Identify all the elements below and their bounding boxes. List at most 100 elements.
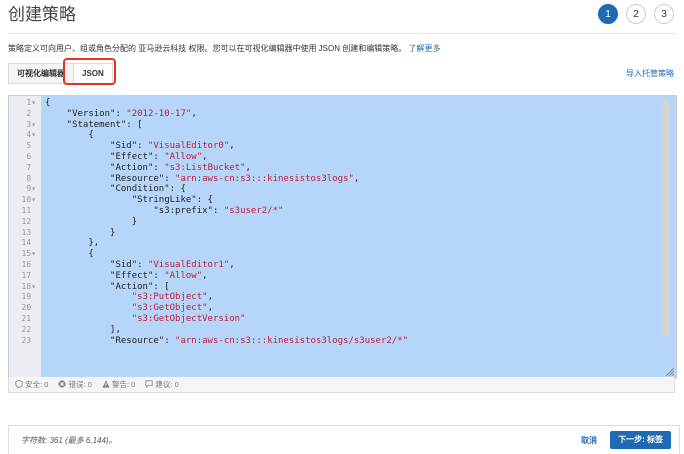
code-token: }, <box>45 238 100 249</box>
code-token: , <box>229 259 235 270</box>
code-text: "StringLike": { <box>45 195 213 206</box>
wizard-steps: 1 2 3 <box>598 4 674 24</box>
suggestion-count: 建议: 0 <box>155 380 179 389</box>
tab-visual-editor[interactable]: 可视化编辑器 <box>8 63 74 84</box>
code-text: }, <box>45 238 99 249</box>
line-number: 7 <box>26 162 36 172</box>
code-text: "Statement": [ <box>45 120 143 131</box>
validation-status-bar: 安全: 0 错误: 0 警告: 0 建议: 0 <box>8 377 675 393</box>
string-token: "s3:PutObject" <box>45 292 208 303</box>
string-token: "Allow" <box>164 151 203 162</box>
code-text: ], <box>45 325 121 336</box>
line-number: 8 <box>26 173 36 183</box>
code-text: "s3:GetObject", <box>45 303 213 314</box>
code-token: , <box>207 292 213 303</box>
string-token: "Allow" <box>164 270 203 281</box>
string-token: "2012-10-17" <box>126 108 192 119</box>
line-number: 18▾ <box>21 281 36 291</box>
tab-json[interactable]: JSON <box>73 63 113 84</box>
learn-more-link[interactable]: 了解更多 <box>408 44 440 53</box>
code-text: "Condition": { <box>45 184 186 195</box>
import-managed-policy-link[interactable]: 导入托管策略 <box>626 68 674 79</box>
string-token: "s3:ListBucket" <box>164 162 246 173</box>
resize-handle-icon[interactable] <box>664 366 674 376</box>
line-number: 16 <box>21 259 36 269</box>
code-token: "Effect": <box>45 151 165 162</box>
code-text: "s3:prefix": "s3user2/*" <box>45 206 283 217</box>
error-count: 错误: 0 <box>68 380 92 389</box>
code-text: "Sid": "VisualEditor0", <box>45 141 235 152</box>
code-token: , <box>245 162 251 173</box>
line-number: 6 <box>26 151 36 161</box>
json-code-editor[interactable]: 1▾ {2 "Version": "2012-10-17", 3▾ "Stateme… <box>8 95 677 379</box>
string-token: "VisualEditor0" <box>147 141 230 152</box>
code-token: { <box>45 130 94 141</box>
error-icon <box>58 380 67 388</box>
string-token: "s3user2/*" <box>223 205 284 216</box>
code-token: , <box>207 303 213 314</box>
code-text: "Effect": "Allow", <box>45 271 208 282</box>
code-token: "Action": [ <box>45 281 170 292</box>
string-token: "arn:aws-cn:s3:::kinesistos3logs/s3user2… <box>175 335 409 346</box>
code-token: { <box>45 98 51 108</box>
line-number: 2 <box>26 108 36 118</box>
code-token: , <box>202 270 208 281</box>
suggestion-status[interactable]: 建议: 0 <box>145 379 179 390</box>
line-number: 11 <box>21 205 36 215</box>
code-token: { <box>45 249 94 260</box>
line-number: 1▾ <box>26 98 36 107</box>
code-token: "Action": <box>45 162 165 173</box>
step-1[interactable]: 1 <box>598 4 618 24</box>
description-text: 策略定义可向用户、组或角色分配的 亚马逊云科技 权限。您可以在可视化编辑器中使用… <box>8 44 407 53</box>
code-token: , <box>191 108 197 119</box>
vertical-scrollbar[interactable] <box>662 100 669 336</box>
code-token: "Resource": <box>45 335 176 346</box>
string-token: "arn:aws-cn:s3:::kinesistos3logs" <box>175 173 354 184</box>
code-text: { <box>45 98 50 109</box>
code-text: } <box>45 217 137 228</box>
shield-icon <box>15 379 23 389</box>
line-number: 15▾ <box>21 249 36 259</box>
step-3[interactable]: 3 <box>654 4 674 24</box>
code-token: "Version": <box>45 108 127 119</box>
string-token: "VisualEditor1" <box>147 259 230 270</box>
code-text: "Action": [ <box>45 282 170 293</box>
string-token: "s3:GetObject" <box>45 303 208 314</box>
line-number: 14 <box>21 238 36 248</box>
line-number: 22 <box>21 324 36 334</box>
code-text: "Version": "2012-10-17", <box>45 109 197 120</box>
line-number: 9▾ <box>26 184 36 194</box>
warning-status[interactable]: 警告: 0 <box>102 379 135 390</box>
line-number: 23 <box>21 335 36 345</box>
policy-description: 策略定义可向用户、组或角色分配的 亚马逊云科技 权限。您可以在可视化编辑器中使用… <box>8 43 440 54</box>
code-token: "s3:prefix": <box>45 205 224 216</box>
cancel-button[interactable]: 取消 <box>581 435 597 446</box>
code-text: "Action": "s3:ListBucket", <box>45 163 251 174</box>
code-token: , <box>353 173 360 184</box>
code-text: "Sid": "VisualEditor1", <box>45 260 235 271</box>
code-token: "Resource": <box>45 173 176 184</box>
code-text: "s3:GetObjectVersion" <box>45 314 246 325</box>
divider <box>8 33 676 34</box>
code-token: "Effect": <box>45 270 165 281</box>
code-text: } <box>45 228 115 239</box>
code-text: "Resource": "arn:aws-cn:s3:::kinesistos3… <box>45 174 359 185</box>
code-token: "StringLike": { <box>45 195 213 206</box>
next-button[interactable]: 下一步: 标签 <box>610 431 671 449</box>
speech-bubble-icon <box>145 380 153 389</box>
line-number: 5 <box>26 141 36 151</box>
error-status[interactable]: 错误: 0 <box>58 379 92 390</box>
code-token: , <box>229 141 235 152</box>
step-2[interactable]: 2 <box>626 4 646 24</box>
security-status[interactable]: 安全: 0 <box>15 379 48 390</box>
line-number: 4▾ <box>26 130 36 140</box>
line-number: 3▾ <box>26 119 36 129</box>
footer-bar: 字符数: 361 (最多 6,144)。 取消 下一步: 标签 <box>8 425 680 454</box>
code-token: "Statement": [ <box>45 119 143 130</box>
page-title: 创建策略 <box>8 5 76 24</box>
code-text: "Effect": "Allow", <box>45 152 208 163</box>
warning-icon <box>102 380 110 388</box>
code-token: "Condition": { <box>45 184 186 195</box>
code-token: "Sid": <box>45 141 148 152</box>
code-token: } <box>45 216 138 227</box>
